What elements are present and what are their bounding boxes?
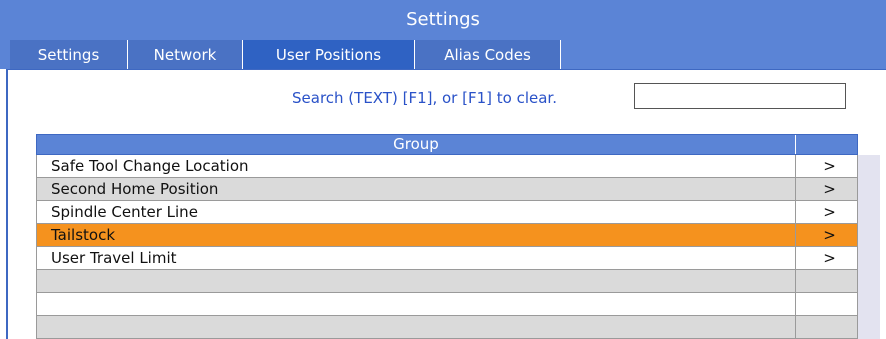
table-row[interactable]: Spindle Center Line > (36, 201, 858, 224)
tab-settings[interactable]: Settings (10, 40, 128, 69)
scrollbar-track[interactable] (858, 155, 880, 339)
row-arrow[interactable]: > (796, 247, 857, 269)
row-arrow[interactable]: > (796, 178, 857, 200)
row-arrow[interactable]: > (796, 224, 857, 246)
row-name (37, 293, 796, 315)
row-name: Spindle Center Line (37, 201, 796, 223)
row-arrow (796, 270, 857, 292)
row-name: Tailstock (37, 224, 796, 246)
row-arrow[interactable]: > (796, 155, 857, 177)
search-input[interactable] (634, 83, 846, 109)
group-table: Group Safe Tool Change Location > Second… (36, 134, 858, 339)
row-arrow[interactable]: > (796, 201, 857, 223)
table-row-selected[interactable]: Tailstock > (36, 224, 858, 247)
table-header: Group (36, 134, 858, 155)
row-name (37, 316, 796, 338)
column-header-action (796, 135, 857, 154)
table-row[interactable]: User Travel Limit > (36, 247, 858, 270)
table-row[interactable]: Safe Tool Change Location > (36, 155, 858, 178)
table-row-empty (36, 270, 858, 293)
tab-network[interactable]: Network (128, 40, 243, 69)
table-row-empty (36, 293, 858, 316)
tab-alias-codes[interactable]: Alias Codes (415, 40, 561, 69)
search-hint-label: Search (TEXT) [F1], or [F1] to clear. (292, 89, 557, 107)
row-arrow (796, 293, 857, 315)
row-name: Safe Tool Change Location (37, 155, 796, 177)
row-name (37, 270, 796, 292)
column-header-group: Group (37, 135, 796, 154)
tab-bar: Settings Network User Positions Alias Co… (0, 40, 886, 69)
window-title: Settings (0, 0, 886, 40)
table-row[interactable]: Second Home Position > (36, 178, 858, 201)
table-row-empty (36, 316, 858, 339)
row-arrow (796, 316, 857, 338)
row-name: Second Home Position (37, 178, 796, 200)
row-name: User Travel Limit (37, 247, 796, 269)
tab-user-positions[interactable]: User Positions (243, 40, 415, 69)
